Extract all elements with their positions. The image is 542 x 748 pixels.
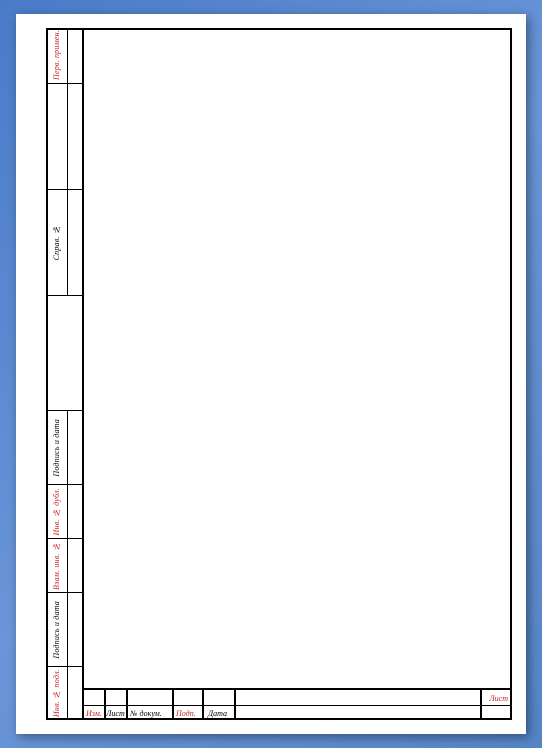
sidebar-lower-col2 xyxy=(68,410,84,720)
sidebar-upper-col2-c1 xyxy=(68,28,84,84)
sidebar-cell-perv-primen: Перв. примен. xyxy=(46,28,67,84)
stamp-vline-1 xyxy=(104,690,106,720)
stamp-vline-6 xyxy=(480,690,482,720)
stamp-vline-4 xyxy=(202,690,204,720)
sidebar-cell-sprav-no: Справ. № xyxy=(46,190,67,296)
drawing-frame xyxy=(46,28,512,720)
podp-label: Подп. xyxy=(176,709,196,718)
stamp-vline-5 xyxy=(234,690,236,720)
vzam-inv-label: Взам. инв. № xyxy=(52,542,61,590)
sidebar-upper-col2-c2 xyxy=(68,84,84,190)
izm-label: Изм. xyxy=(86,709,102,718)
title-block-stamp: Лист Изм. Лист № докум. Подп. Дата xyxy=(84,688,512,720)
sidebar-cell-inv-dubl: Инв. № дубл. xyxy=(46,484,67,538)
podpis-data-1-label: Подпись и дата xyxy=(52,601,61,659)
sidebar-lower-col2-c3 xyxy=(68,538,84,592)
stamp-vline-2 xyxy=(126,690,128,720)
sidebar-lower-col2-c4 xyxy=(68,484,84,538)
sidebar-cell-podpis-data-1: Подпись и дата xyxy=(46,592,67,666)
list-label: Лист xyxy=(106,709,125,718)
sidebar-upper-col2-c3 xyxy=(68,190,84,296)
sidebar-upper-col2 xyxy=(68,28,84,296)
sidebar-lower-col1: Подпись и дата Инв. № дубл. Взам. инв. №… xyxy=(46,410,68,720)
data-label: Дата xyxy=(208,709,227,718)
sidebar-cell-inv-podl: Инв. № подл. xyxy=(46,666,67,720)
inv-podl-label: Инв. № подл. xyxy=(52,669,61,717)
sidebar-cell-empty xyxy=(46,84,67,190)
sidebar-lower-col2-c1 xyxy=(68,666,84,720)
inv-dubl-label: Инв. № дубл. xyxy=(52,488,61,535)
sprav-no-label: Справ. № xyxy=(52,225,61,260)
sidebar-cell-vzam-inv: Взам. инв. № xyxy=(46,538,67,592)
stamp-row-2: Изм. Лист № докум. Подп. Дата xyxy=(84,704,512,720)
perv-primen-label: Перв. примен. xyxy=(52,30,61,80)
sidebar-lower-col2-c5 xyxy=(68,410,84,484)
list-right-label: Лист xyxy=(489,694,508,703)
sidebar-cell-podpis-data-2: Подпись и дата xyxy=(46,410,67,484)
stamp-vline-3 xyxy=(172,690,174,720)
sidebar-lower-col2-c2 xyxy=(68,592,84,666)
podpis-data-2-label: Подпись и дата xyxy=(52,419,61,477)
page-sheet: Перв. примен. Справ. № Подпись и дата Ин… xyxy=(16,14,526,734)
ndoc-label: № докум. xyxy=(130,709,162,718)
sidebar-upper-col1: Перв. примен. Справ. № xyxy=(46,28,68,296)
